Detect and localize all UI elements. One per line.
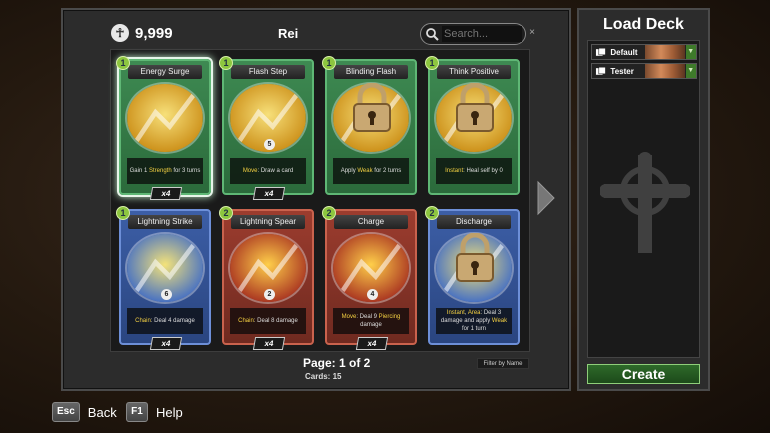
close-icon[interactable]: × <box>529 27 535 38</box>
deck-item-default[interactable]: Default ▼ <box>591 44 697 60</box>
card-energy-surge[interactable]: 1 Energy Surge Gain 1 Strength for 3 turns… <box>116 56 211 200</box>
card-art-number: 6 <box>161 289 172 300</box>
deck-list: Default ▼ Tester ▼ <box>587 40 700 358</box>
coin-icon: ☥ <box>111 24 129 42</box>
card-lightning-strike[interactable]: 1 Lightning Strike 6 Chain: Deal 4 damage x4 <box>116 206 211 350</box>
card-flash-step[interactable]: 1 Flash Step 5 Move: Draw a card x4 <box>219 56 314 200</box>
card-title: Lightning Spear <box>231 215 305 229</box>
deck-item-tester[interactable]: Tester ▼ <box>591 63 697 79</box>
card-art-number: 5 <box>264 139 275 150</box>
card-count-label: Cards: 15 <box>305 372 342 381</box>
card-cost-badge: 2 <box>219 206 233 220</box>
next-page-arrow-icon[interactable] <box>535 180 557 216</box>
deck-panel-title: Load Deck <box>603 16 684 33</box>
card-copy-count: x4 <box>252 187 286 200</box>
card-title: Charge <box>334 215 408 229</box>
card-cost-badge: 1 <box>219 56 233 70</box>
card-description: Chain: Deal 8 damage <box>230 308 306 334</box>
search-input[interactable] <box>442 26 522 42</box>
card-art-number: 2 <box>264 289 275 300</box>
card-cost-badge: 1 <box>116 206 130 220</box>
deck-name: Default <box>610 47 638 57</box>
load-deck-panel: Load Deck Default ▼ Tester ▼ Create <box>577 8 710 391</box>
create-deck-button[interactable]: Create <box>587 364 700 384</box>
card-title: Energy Surge <box>128 65 202 79</box>
card-description: Chain: Deal 4 damage <box>127 308 203 334</box>
card-title: Flash Step <box>231 65 305 79</box>
card-title: Discharge <box>437 215 511 229</box>
back-hint[interactable]: Esc Back <box>52 402 117 422</box>
card-think-positive[interactable]: 1 Think Positive Instant: Heal self by 0 <box>425 56 520 195</box>
deck-owner-name: Rei <box>278 26 299 41</box>
card-art-illustration <box>127 84 203 152</box>
card-cost-badge: 1 <box>425 56 439 70</box>
card-art: 2 <box>228 232 308 304</box>
help-hint[interactable]: F1 Help <box>126 402 183 422</box>
card-title: Lightning Strike <box>128 215 202 229</box>
help-label: Help <box>156 404 183 420</box>
card-discharge[interactable]: 2 Discharge Instant, Area: Deal 3 damage a… <box>425 206 520 345</box>
card-grid: 1 Energy Surge Gain 1 Strength for 3 turns… <box>110 49 530 352</box>
card-stack-icon <box>595 66 606 75</box>
card-copy-count: x4 <box>149 187 183 200</box>
card-copy-count: x4 <box>149 337 183 350</box>
card-art-number: 4 <box>367 289 378 300</box>
card-blinding-flash[interactable]: 1 Blinding Flash Apply Weak for 2 turns <box>322 56 417 195</box>
page-indicator: Page: 1 of 2 <box>303 356 371 370</box>
cross-emblem-icon <box>600 152 690 253</box>
card-title: Blinding Flash <box>334 65 408 79</box>
search-box[interactable]: × <box>420 23 535 45</box>
card-collection-panel: ☥ 9,999 Rei × 1Energy SurgeGain 1 Streng… <box>61 8 571 391</box>
lock-icon <box>353 83 391 132</box>
chevron-down-icon[interactable]: ▼ <box>685 45 696 59</box>
esc-key-icon: Esc <box>52 402 80 422</box>
card-description: Gain 1 Strength for 3 turns <box>127 158 203 184</box>
deck-portrait <box>644 45 685 59</box>
filter-by-name-button[interactable]: Filter by Name <box>477 358 529 369</box>
card-lightning-spear[interactable]: 2 Lightning Spear 2 Chain: Deal 8 damage x4 <box>219 206 314 350</box>
deck-name: Tester <box>610 66 634 76</box>
card-cost-badge: 1 <box>322 56 336 70</box>
card-art: 5 <box>228 82 308 154</box>
deck-portrait <box>644 64 685 78</box>
chevron-down-icon[interactable]: ▼ <box>685 64 696 78</box>
currency-value: 9,999 <box>135 24 173 42</box>
card-description: Instant, Area: Deal 3 damage and apply W… <box>436 308 512 334</box>
card-cost-badge: 2 <box>322 206 336 220</box>
back-label: Back <box>87 404 117 420</box>
card-cost-badge: 2 <box>425 206 439 220</box>
card-stack-icon <box>595 47 606 56</box>
card-description: Move: Draw a card <box>230 158 306 184</box>
card-charge[interactable]: 2 Charge 4 Move: Deal 9 Piercing damage x4 <box>322 206 417 350</box>
card-art <box>125 82 205 154</box>
card-title: Think Positive <box>437 65 511 79</box>
lock-icon <box>456 83 494 132</box>
currency-display: ☥ 9,999 <box>111 24 173 42</box>
search-icon <box>426 28 439 41</box>
lock-icon <box>456 233 494 282</box>
f1-key-icon: F1 <box>126 402 148 422</box>
card-copy-count: x4 <box>252 337 286 350</box>
card-cost-badge: 1 <box>116 56 130 70</box>
card-description: Instant: Heal self by 0 <box>436 158 512 184</box>
card-copy-count: x4 <box>355 337 389 350</box>
card-art: 6 <box>125 232 205 304</box>
card-description: Move: Deal 9 Piercing damage <box>333 308 409 334</box>
card-art: 4 <box>331 232 411 304</box>
card-description: Apply Weak for 2 turns <box>333 158 409 184</box>
